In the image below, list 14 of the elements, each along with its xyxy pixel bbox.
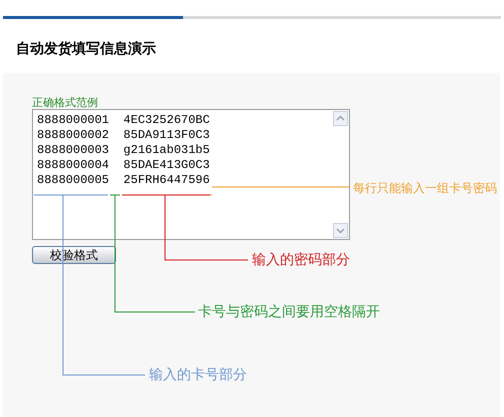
callout-label: 输入的密码部分 — [252, 251, 350, 270]
scroll-up-icon[interactable] — [333, 111, 348, 126]
scroll-down-icon[interactable] — [333, 223, 348, 238]
text-line: 8888000001 4EC3252670BC — [37, 113, 210, 128]
callout-label: 输入的卡号部分 — [149, 366, 247, 385]
callout-label: 每行只能输入一组卡号密码 — [353, 180, 497, 197]
page-title: 自动发货填写信息演示 — [16, 41, 156, 57]
text-area[interactable]: 8888000001 4EC3252670BC 8888000002 85DA9113F0C3 8888000003 g2161ab031b5 8888000004 85DAE413G0C3 8888000005 25FRH6447596 — [32, 109, 350, 240]
text-line: 8888000005 25FRH6447596 — [37, 173, 210, 188]
text-line: 8888000003 g2161ab031b5 — [37, 143, 210, 158]
text-line: 8888000004 85DAE413G0C3 — [37, 158, 210, 173]
callout-label: 卡号与密码之间要用空格隔开 — [198, 303, 380, 322]
section-label: 正确格式范例 — [32, 96, 98, 109]
text-line: 8888000002 85DA9113F0C3 — [37, 128, 210, 143]
